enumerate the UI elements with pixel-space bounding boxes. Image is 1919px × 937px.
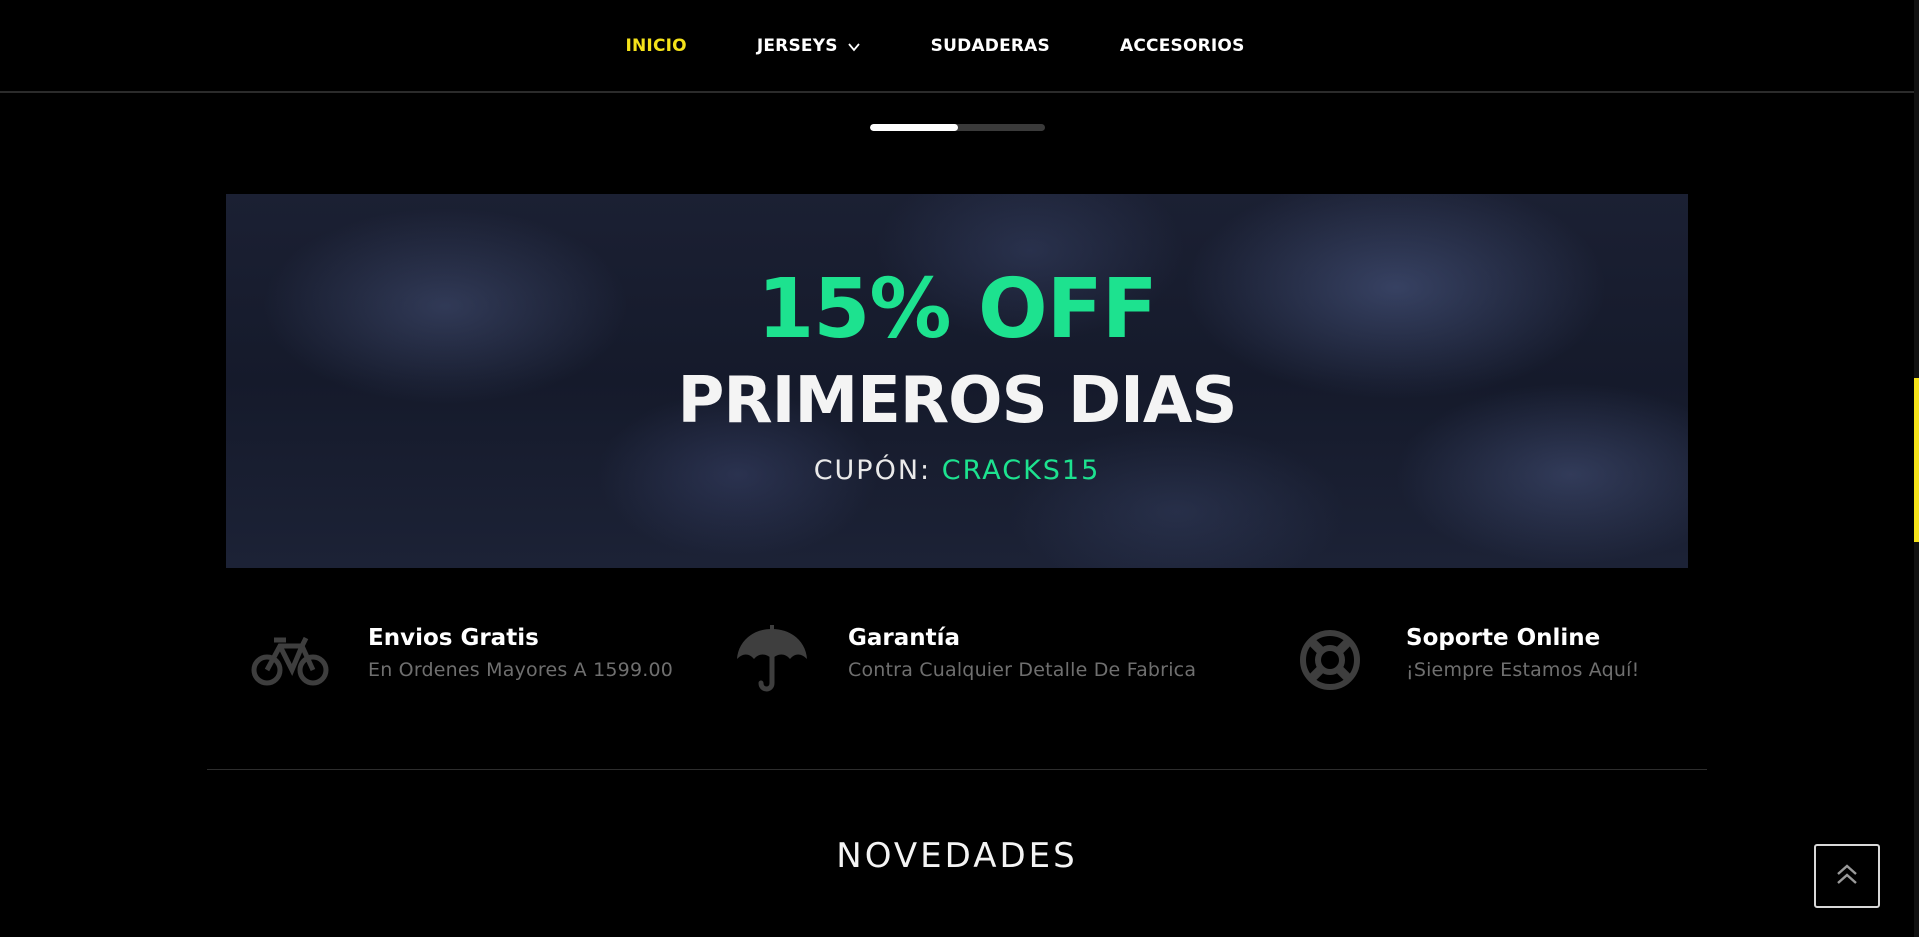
nav-item-accesorios[interactable]: ACCESORIOS (1085, 36, 1280, 56)
feature-title: Garantía (848, 625, 961, 651)
feature-text: Soporte Online ¡Siempre Estamos Aquí! (1406, 625, 1639, 681)
coupon-label: CUPÓN: (813, 454, 942, 486)
feature-subtitle: Contra Cualquier Detalle De Fabrica (848, 658, 1197, 681)
double-chevron-up-icon (1834, 862, 1860, 891)
back-to-top-button[interactable] (1814, 844, 1880, 908)
feature-free-shipping: Envios Gratis En Ordenes Mayores A 1599.… (250, 625, 673, 695)
slider-progress-bar[interactable] (870, 124, 1045, 131)
nav-item-label: INICIO (625, 35, 687, 56)
feature-title: Soporte Online (1406, 625, 1601, 651)
feature-subtitle: ¡Siempre Estamos Aquí! (1406, 658, 1640, 681)
feature-warranty: Garantía Contra Cualquier Detalle De Fab… (732, 625, 1196, 695)
banner-headline: PRIMEROS DIAS (677, 363, 1237, 438)
banner-coupon: CUPÓN: CRACKS15 (814, 457, 1101, 484)
feature-title: Envios Gratis (368, 625, 539, 651)
page-scrollbar[interactable] (1914, 0, 1919, 937)
top-navigation: INICIO JERSEYS SUDADERAS ACCESORIOS (0, 0, 1914, 93)
nav-item-inicio[interactable]: INICIO (590, 36, 721, 56)
nav-item-label: ACCESORIOS (1120, 35, 1245, 56)
nav-item-sudaderas[interactable]: SUDADERAS (896, 36, 1085, 56)
coupon-code: CRACKS15 (941, 454, 1101, 486)
nav-item-jerseys[interactable]: JERSEYS (722, 36, 896, 56)
chevron-down-icon (847, 39, 861, 53)
nav-item-label: JERSEYS (756, 35, 838, 56)
life-ring-icon (1290, 625, 1370, 695)
section-title: NOVEDADES (836, 836, 1078, 876)
scrollbar-thumb[interactable] (1914, 378, 1919, 542)
bicycle-icon (250, 625, 330, 695)
page: INICIO JERSEYS SUDADERAS ACCESORIOS 15% … (0, 0, 1919, 937)
feature-online-support: Soporte Online ¡Siempre Estamos Aquí! (1290, 625, 1639, 695)
umbrella-icon (732, 625, 812, 695)
feature-text: Garantía Contra Cualquier Detalle De Fab… (848, 625, 1196, 681)
section-divider (207, 769, 1707, 770)
slider-progress-fill (870, 124, 958, 131)
feature-text: Envios Gratis En Ordenes Mayores A 1599.… (368, 625, 673, 681)
nav-item-label: SUDADERAS (930, 35, 1050, 56)
nav-menu: INICIO JERSEYS SUDADERAS ACCESORIOS (590, 36, 1279, 56)
promo-banner[interactable]: 15% OFF PRIMEROS DIAS CUPÓN: CRACKS15 (226, 194, 1688, 568)
feature-subtitle: En Ordenes Mayores A 1599.00 (368, 658, 674, 681)
banner-discount: 15% OFF (757, 261, 1158, 357)
